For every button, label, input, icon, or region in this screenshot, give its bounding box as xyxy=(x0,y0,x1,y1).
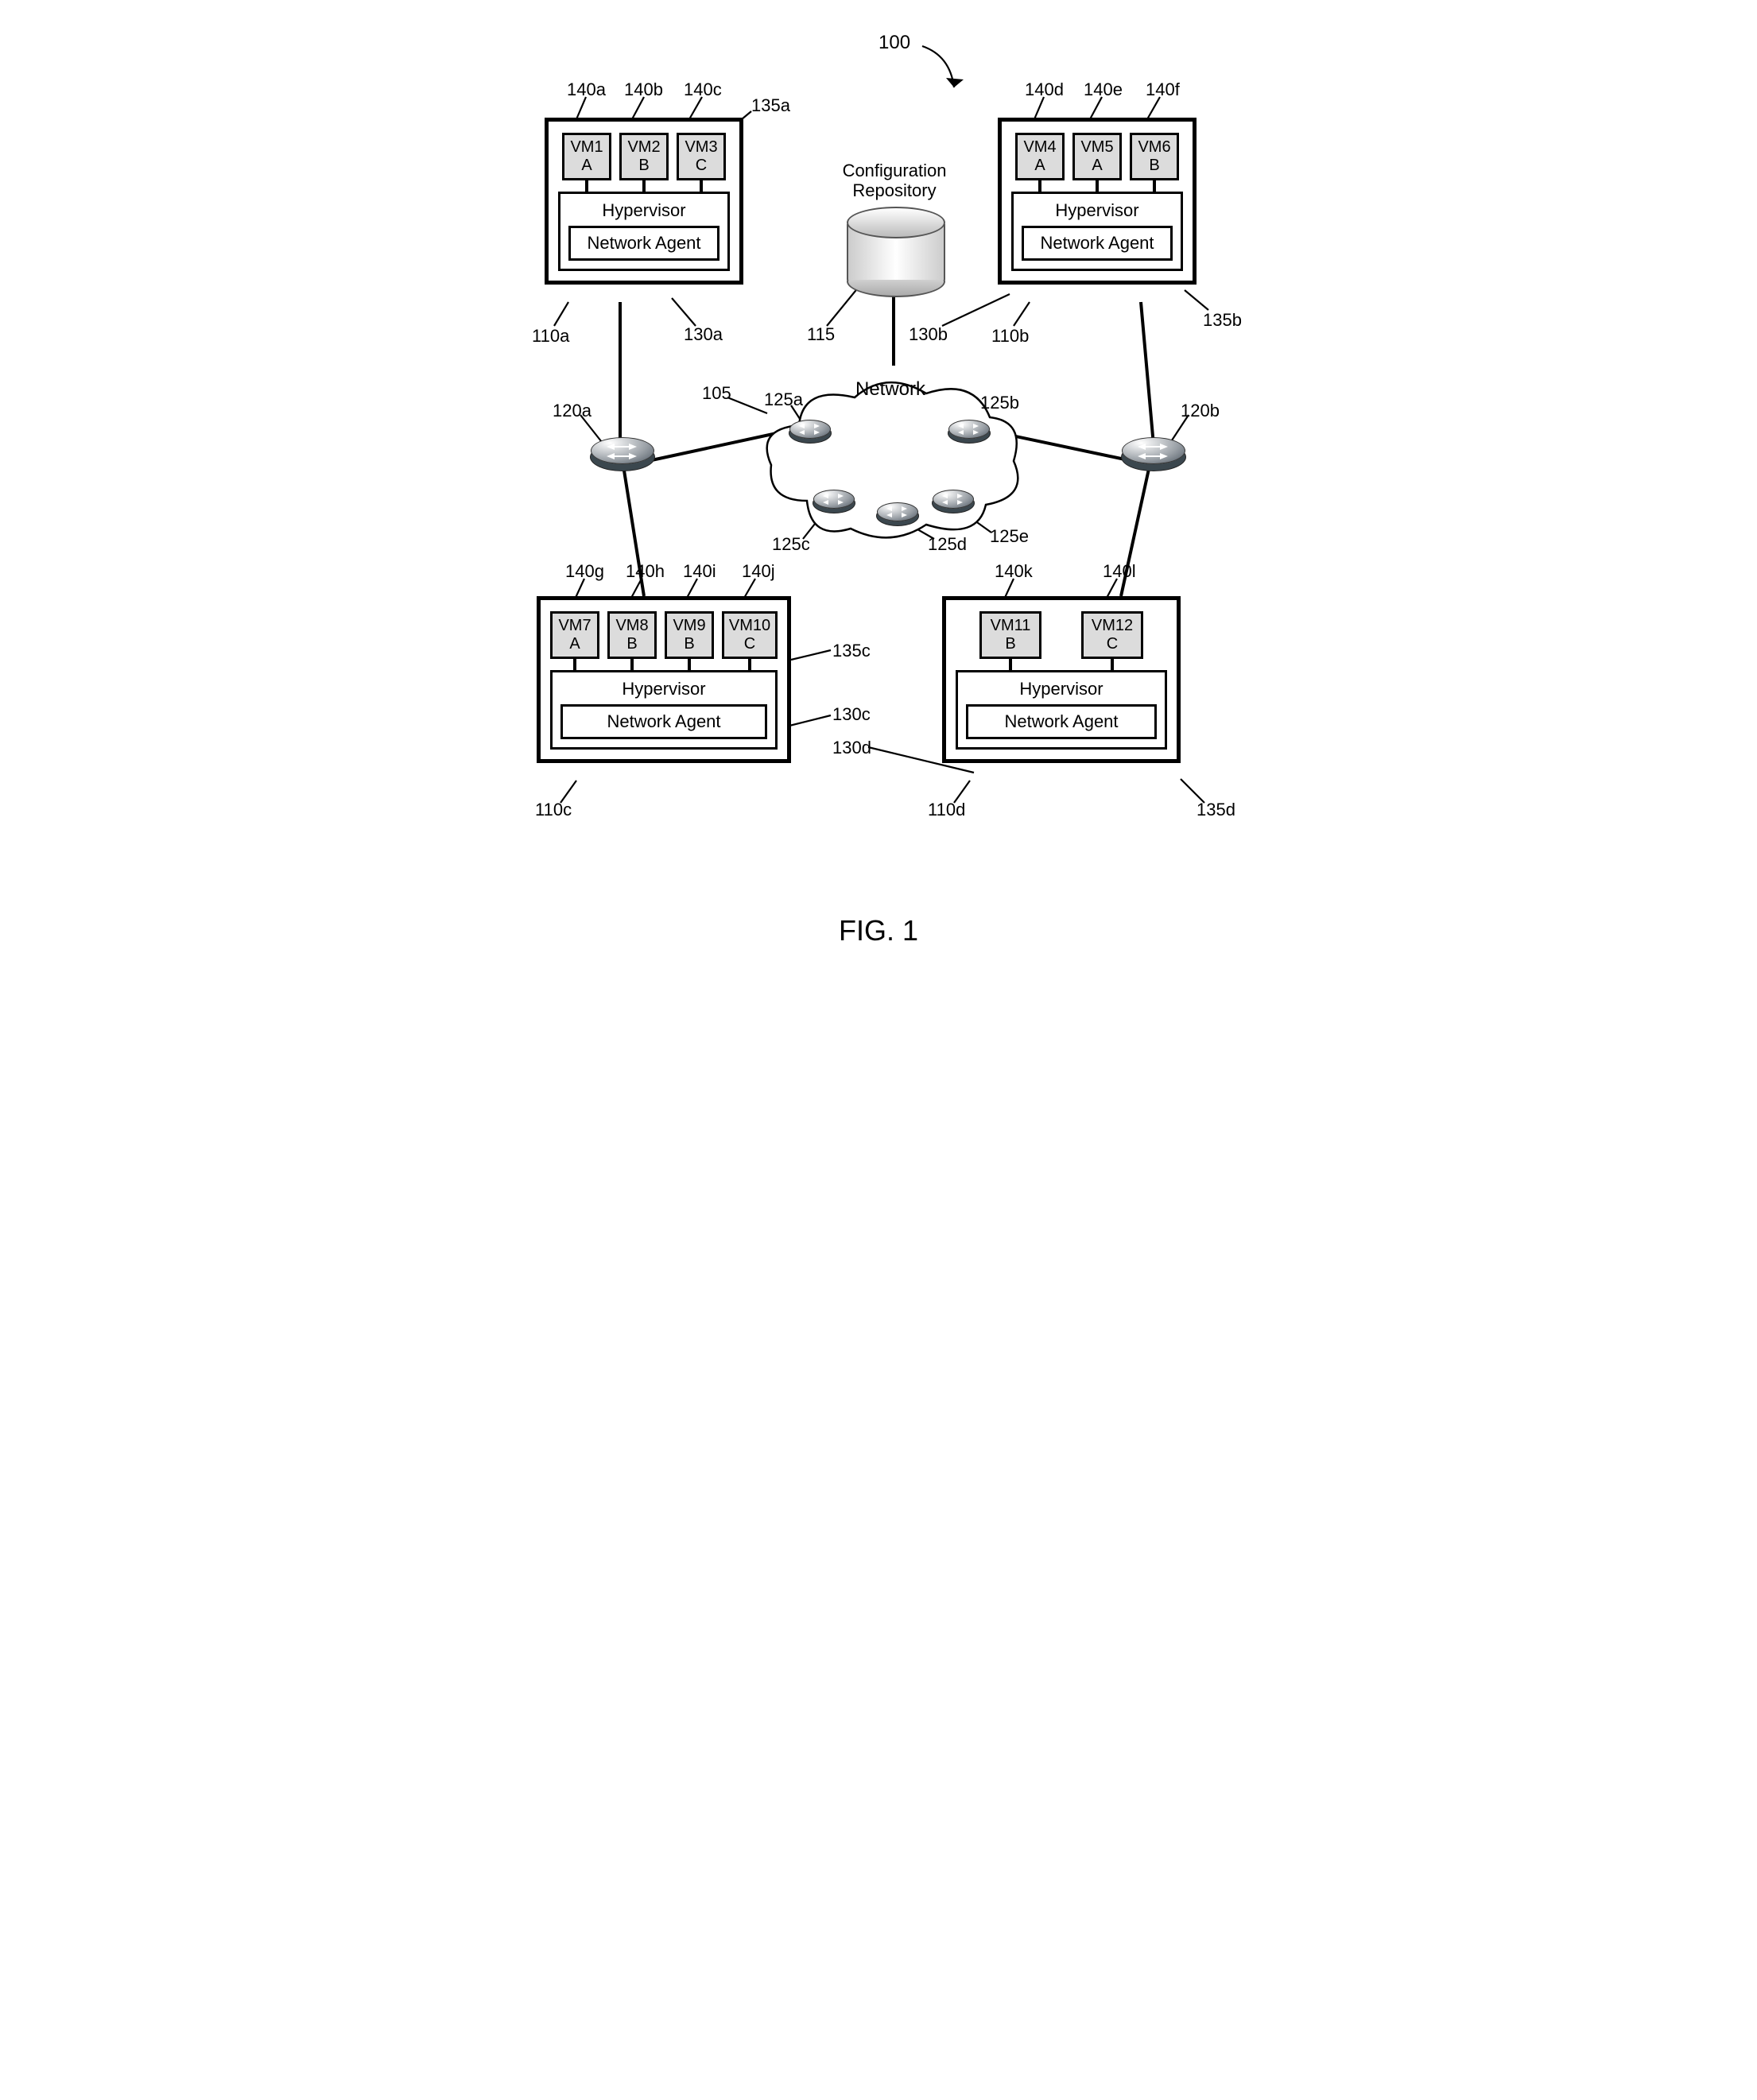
network-agent-130a: Network Agent xyxy=(568,226,719,261)
hypervisor-135c: Hypervisor Network Agent xyxy=(550,670,778,750)
ref-110c: 110c xyxy=(535,800,572,820)
ref-140k: 140k xyxy=(995,561,1033,582)
core-router-125e xyxy=(933,490,972,529)
hypervisor-label: Hypervisor xyxy=(568,200,719,221)
vm-140d: VM4A xyxy=(1015,133,1065,180)
network-agent-130b: Network Agent xyxy=(1022,226,1173,261)
ref-140j: 140j xyxy=(742,561,775,582)
ref-110b: 110b xyxy=(991,326,1029,347)
ref-140f: 140f xyxy=(1146,79,1180,100)
host-110b: VM4A VM5A VM6B Hypervisor Network Agent xyxy=(998,118,1197,285)
ref-140g: 140g xyxy=(565,561,604,582)
ref-140a: 140a xyxy=(567,79,606,100)
core-router-125c xyxy=(813,490,853,529)
core-router-125a xyxy=(789,420,829,459)
ref-140b: 140b xyxy=(624,79,663,100)
system-ref-label: 100 xyxy=(878,32,910,54)
ref-110a: 110a xyxy=(532,326,569,347)
ref-120b: 120b xyxy=(1181,401,1220,421)
ref-120a: 120a xyxy=(553,401,591,421)
ref-125e: 125e xyxy=(990,526,1029,547)
ref-135c: 135c xyxy=(832,641,871,661)
ref-125c: 125c xyxy=(772,534,810,555)
vm-row: VM1A VM2B VM3C xyxy=(558,133,730,180)
ref-140l: 140l xyxy=(1103,561,1136,582)
ref-125d: 125d xyxy=(928,534,967,555)
hypervisor-135a: Hypervisor Network Agent xyxy=(558,192,730,271)
ref-130b: 130b xyxy=(909,324,948,345)
ref-135d: 135d xyxy=(1197,800,1235,820)
configuration-repository: Configuration Repository xyxy=(847,207,942,297)
vm-140g: VM7A xyxy=(550,611,599,659)
ref-125a: 125a xyxy=(764,389,803,410)
edge-router-120a xyxy=(591,437,653,499)
ref-135a: 135a xyxy=(751,95,790,116)
ref-140i: 140i xyxy=(683,561,716,582)
diagram-canvas: 100 xyxy=(489,24,1268,898)
host-110c: VM7A VM8B VM9B VM10C Hypervisor Network … xyxy=(537,596,791,763)
ref-135b: 135b xyxy=(1203,310,1242,331)
ref-130a: 130a xyxy=(684,324,723,345)
vm-140k: VM11B xyxy=(979,611,1041,659)
vm-140e: VM5A xyxy=(1072,133,1122,180)
network-agent-130c: Network Agent xyxy=(560,704,767,739)
core-router-125d xyxy=(877,502,917,542)
ref-110d: 110d xyxy=(928,800,965,820)
vm-140b: VM2B xyxy=(619,133,669,180)
ref-115: 115 xyxy=(807,324,835,345)
edge-router-120b xyxy=(1122,437,1184,499)
repository-label: Configuration Repository xyxy=(831,161,958,201)
vm-140f: VM6B xyxy=(1130,133,1179,180)
ref-130c: 130c xyxy=(832,704,871,725)
hypervisor-135d: Hypervisor Network Agent xyxy=(956,670,1167,750)
vm-140j: VM10C xyxy=(722,611,778,659)
figure-caption: FIG. 1 xyxy=(24,914,1733,947)
network-agent-130d: Network Agent xyxy=(966,704,1157,739)
core-router-125b xyxy=(948,420,988,459)
vm-140i: VM9B xyxy=(665,611,714,659)
network-label: Network xyxy=(855,378,925,401)
ref-140h: 140h xyxy=(626,561,665,582)
ref-140d: 140d xyxy=(1025,79,1064,100)
ref-130d: 130d xyxy=(832,738,871,758)
host-110a: VM1A VM2B VM3C Hypervisor Network Agent xyxy=(545,118,743,285)
ref-140e: 140e xyxy=(1084,79,1123,100)
vm-140l: VM12C xyxy=(1081,611,1143,659)
hypervisor-135b: Hypervisor Network Agent xyxy=(1011,192,1183,271)
ref-125b: 125b xyxy=(980,393,1019,413)
vm-140h: VM8B xyxy=(607,611,657,659)
host-110d: VM11B VM12C Hypervisor Network Agent xyxy=(942,596,1181,763)
ref-105: 105 xyxy=(702,383,731,404)
vm-140c: VM3C xyxy=(677,133,726,180)
vm-140a: VM1A xyxy=(562,133,611,180)
ref-140c: 140c xyxy=(684,79,722,100)
